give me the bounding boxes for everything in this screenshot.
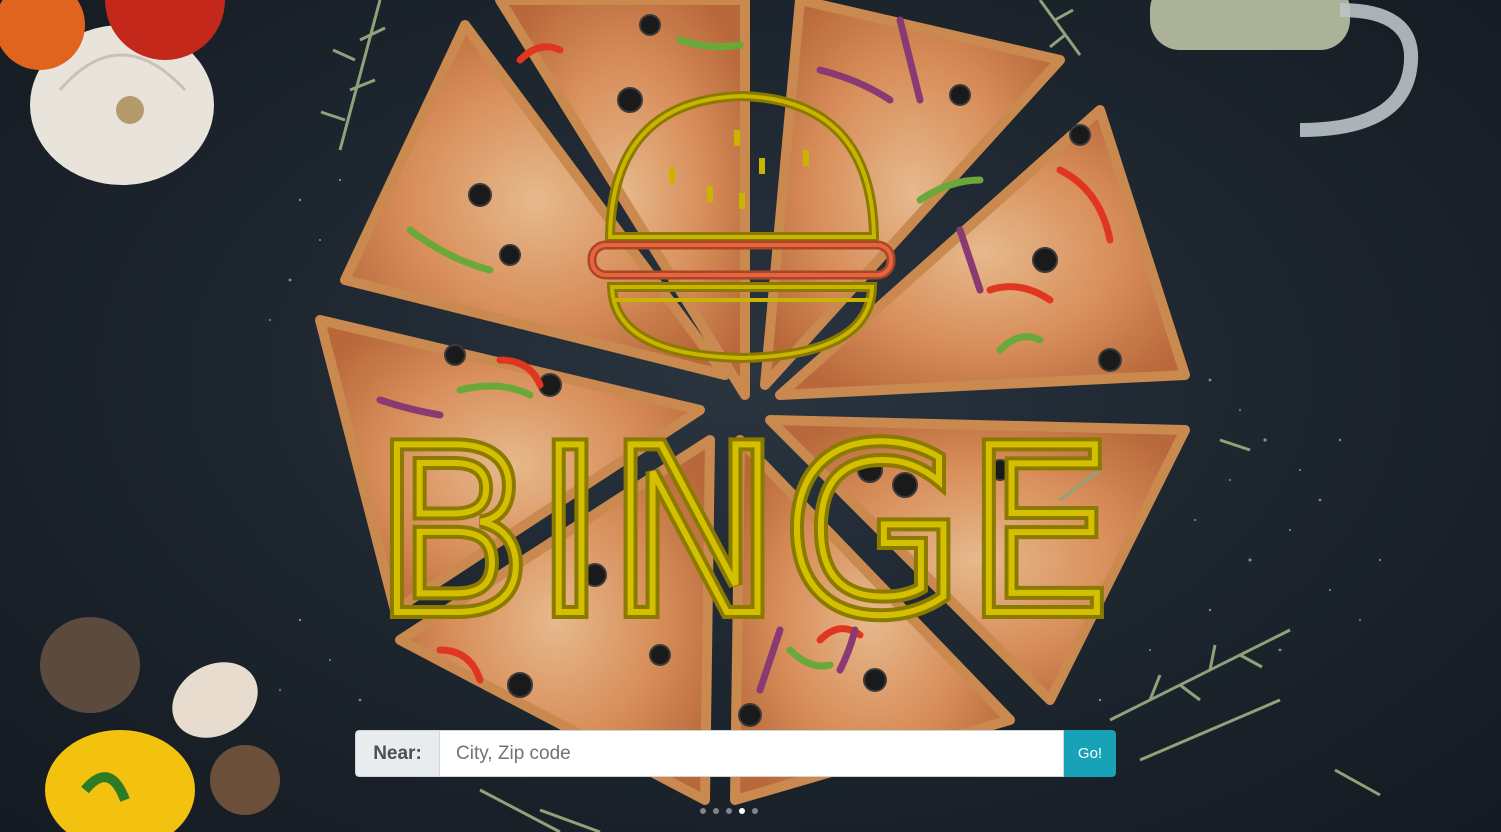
brand-name-inner: BINGE xyxy=(374,400,1115,667)
hero-background: BINGE BINGE Near: Go! xyxy=(0,0,1501,832)
location-search-form: Near: Go! xyxy=(355,730,1116,777)
go-button[interactable]: Go! xyxy=(1064,730,1116,777)
brand-logo: BINGE BINGE xyxy=(367,90,1119,674)
burger-icon xyxy=(587,90,896,364)
city-zip-input[interactable] xyxy=(439,730,1064,777)
carousel-indicators xyxy=(700,808,758,814)
near-label: Near: xyxy=(355,730,439,777)
carousel-dot[interactable] xyxy=(726,808,732,814)
carousel-dot-active[interactable] xyxy=(739,808,745,814)
carousel-dot[interactable] xyxy=(700,808,706,814)
carousel-dot[interactable] xyxy=(752,808,758,814)
carousel-dot[interactable] xyxy=(713,808,719,814)
